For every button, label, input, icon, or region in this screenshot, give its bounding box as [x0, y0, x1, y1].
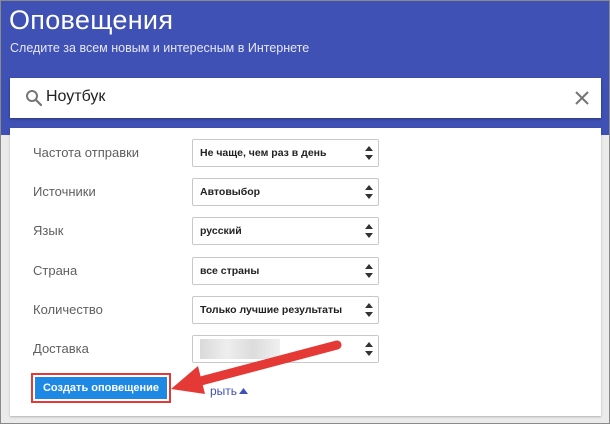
option-row-quantity: Количество Только лучшие результаты — [10, 296, 601, 324]
language-select[interactable]: русский — [192, 217, 379, 245]
option-row-delivery: Доставка — [10, 335, 601, 363]
option-label: Язык — [33, 223, 64, 238]
search-bar[interactable]: Ноутбук — [10, 78, 601, 118]
frequency-select[interactable]: Не чаще, чем раз в день — [192, 139, 379, 167]
option-row-language: Язык русский — [10, 217, 601, 245]
alerts-window: Оповещения Следите за всем новым и интер… — [0, 0, 610, 424]
country-select[interactable]: все страны — [192, 257, 379, 285]
page-title: Оповещения — [9, 5, 174, 35]
option-label: Частота отправки — [33, 145, 140, 160]
select-value: Только лучшие результаты — [200, 304, 343, 316]
delivery-select[interactable] — [192, 335, 379, 363]
select-value: Автовыбор — [200, 186, 261, 198]
create-button-highlight: Создать оповещение — [31, 373, 171, 403]
option-label: Количество — [33, 302, 103, 317]
option-label: Источники — [33, 184, 96, 199]
search-input[interactable]: Ноутбук — [46, 88, 105, 106]
select-value: Не чаще, чем раз в день — [200, 147, 327, 159]
updown-arrows-icon — [365, 185, 373, 199]
blurred-email-value — [200, 339, 280, 359]
search-icon — [26, 90, 43, 107]
updown-arrows-icon — [365, 224, 373, 238]
updown-arrows-icon — [365, 264, 373, 278]
hide-options-link[interactable]: рыть — [210, 384, 237, 398]
option-row-sources: Источники Автовыбор — [10, 178, 601, 206]
close-icon[interactable] — [573, 89, 591, 107]
page-subtitle: Следите за всем новым и интересным в Инт… — [10, 41, 310, 55]
updown-arrows-icon — [365, 342, 373, 356]
option-label: Доставка — [33, 341, 89, 356]
quantity-select[interactable]: Только лучшие результаты — [192, 296, 379, 324]
select-value: все страны — [200, 265, 260, 277]
updown-arrows-icon — [365, 146, 373, 160]
updown-arrows-icon — [365, 303, 373, 317]
option-row-country: Страна все страны — [10, 257, 601, 285]
option-row-frequency: Частота отправки Не чаще, чем раз в день — [10, 139, 601, 167]
option-label: Страна — [33, 263, 78, 278]
select-value: русский — [200, 225, 242, 237]
caret-up-icon[interactable] — [239, 388, 248, 394]
create-alert-button[interactable]: Создать оповещение — [35, 377, 167, 399]
sources-select[interactable]: Автовыбор — [192, 178, 379, 206]
